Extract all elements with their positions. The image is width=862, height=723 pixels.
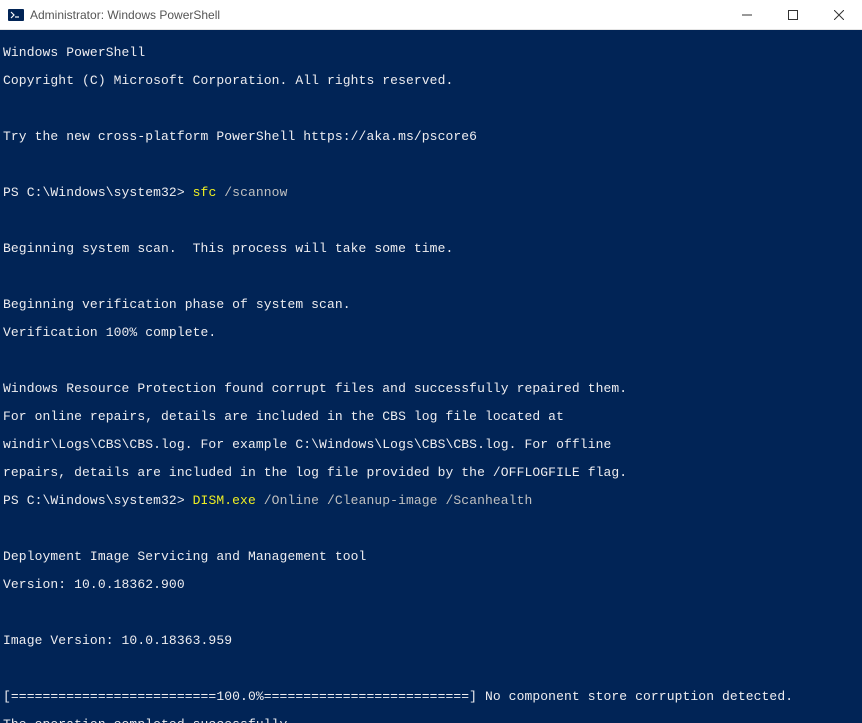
output-line: Beginning system scan. This process will… [3, 242, 859, 256]
blank-line [3, 270, 859, 284]
command-args: /Online /Cleanup-image /Scanhealth [256, 493, 533, 508]
prompt-line: PS C:\Windows\system32> DISM.exe /Online… [3, 494, 859, 508]
prompt: PS C:\Windows\system32> [3, 493, 193, 508]
blank-line [3, 354, 859, 368]
prompt: PS C:\Windows\system32> [3, 185, 193, 200]
blank-line [3, 522, 859, 536]
close-button[interactable] [816, 0, 862, 29]
command: DISM.exe [193, 493, 256, 508]
output-line: Image Version: 10.0.18363.959 [3, 634, 859, 648]
maximize-button[interactable] [770, 0, 816, 29]
output-line: Copyright (C) Microsoft Corporation. All… [3, 74, 859, 88]
output-line: Version: 10.0.18362.900 [3, 578, 859, 592]
prompt-line: PS C:\Windows\system32> sfc /scannow [3, 186, 859, 200]
terminal-output[interactable]: Windows PowerShell Copyright (C) Microso… [0, 30, 862, 723]
minimize-button[interactable] [724, 0, 770, 29]
window-title: Administrator: Windows PowerShell [30, 8, 724, 22]
blank-line [3, 214, 859, 228]
output-line: The operation completed successfully. [3, 718, 859, 723]
output-line: Verification 100% complete. [3, 326, 859, 340]
output-line: Try the new cross-platform PowerShell ht… [3, 130, 859, 144]
output-line: [==========================100.0%=======… [3, 690, 859, 704]
blank-line [3, 606, 859, 620]
output-line: Windows Resource Protection found corrup… [3, 382, 859, 396]
blank-line [3, 102, 859, 116]
blank-line [3, 662, 859, 676]
output-line: repairs, details are included in the log… [3, 466, 859, 480]
window-controls [724, 0, 862, 29]
output-line: windir\Logs\CBS\CBS.log. For example C:\… [3, 438, 859, 452]
blank-line [3, 158, 859, 172]
window-titlebar: Administrator: Windows PowerShell [0, 0, 862, 30]
output-line: Beginning verification phase of system s… [3, 298, 859, 312]
command: sfc [193, 185, 217, 200]
command-args: /scannow [216, 185, 287, 200]
output-line: For online repairs, details are included… [3, 410, 859, 424]
powershell-icon [8, 7, 24, 23]
output-line: Windows PowerShell [3, 46, 859, 60]
output-line: Deployment Image Servicing and Managemen… [3, 550, 859, 564]
